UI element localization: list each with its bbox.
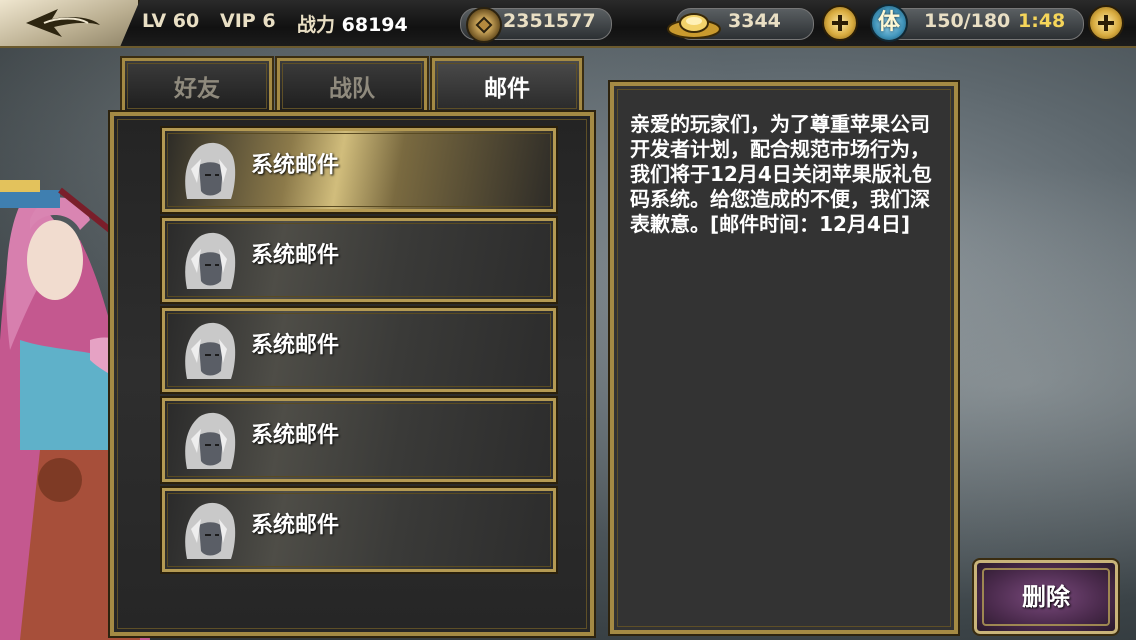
mail-title: 系统邮件 — [251, 153, 340, 178]
tab-friends[interactable]: 好友 — [120, 56, 274, 116]
mail-item[interactable]: 系统邮件 — [160, 306, 558, 394]
avatar-icon — [185, 412, 236, 469]
stamina-icon: 体 — [870, 4, 908, 42]
coin-icon — [466, 7, 502, 43]
mail-list-panel: 系统邮件 系统邮件 系统邮件 系统邮件 系统邮件 — [108, 110, 596, 638]
combat-power: 战力 68194 — [297, 10, 408, 37]
mail-item[interactable]: 系统邮件 — [160, 126, 558, 214]
stamina-timer: 1:48 — [1018, 10, 1066, 32]
top-bar: LV 60 VIP 6 战力 68194 2351577 3344 体 150/… — [0, 0, 1136, 48]
stamina-value: 150/180 — [924, 10, 1011, 32]
gold-ingot-icon — [667, 13, 721, 39]
ingots-value: 3344 — [728, 10, 781, 32]
mail-content-panel: 亲爱的玩家们，为了尊重苹果公司开发者计划，配合规范市场行为，我们将于12月4日关… — [608, 80, 960, 636]
mail-title: 系统邮件 — [251, 513, 340, 538]
combat-power-label: 战力 — [297, 14, 336, 36]
add-ingots-button[interactable] — [822, 5, 858, 41]
player-level: LV 60 — [142, 10, 200, 32]
mail-title: 系统邮件 — [251, 243, 340, 268]
delete-button[interactable]: 删除 — [972, 558, 1120, 636]
combat-power-value: 68194 — [341, 14, 408, 36]
avatar-icon — [185, 502, 236, 559]
mail-item[interactable]: 系统邮件 — [160, 486, 558, 574]
tab-team[interactable]: 战队 — [275, 56, 429, 116]
mail-title: 系统邮件 — [251, 333, 340, 358]
avatar-icon — [185, 232, 236, 289]
mail-item[interactable]: 系统邮件 — [160, 396, 558, 484]
add-stamina-button[interactable] — [1088, 5, 1124, 41]
back-arrow-icon — [26, 9, 100, 37]
mail-body-text: 亲爱的玩家们，为了尊重苹果公司开发者计划，配合规范市场行为，我们将于12月4日关… — [630, 112, 932, 236]
mail-item[interactable]: 系统邮件 — [160, 216, 558, 304]
vip-level: VIP 6 — [220, 10, 276, 32]
avatar-icon — [185, 322, 236, 379]
avatar-icon — [185, 142, 236, 199]
back-button[interactable] — [0, 0, 140, 46]
tab-mail[interactable]: 邮件 — [430, 56, 584, 116]
mail-title: 系统邮件 — [251, 423, 340, 448]
coins-value: 2351577 — [503, 10, 596, 32]
